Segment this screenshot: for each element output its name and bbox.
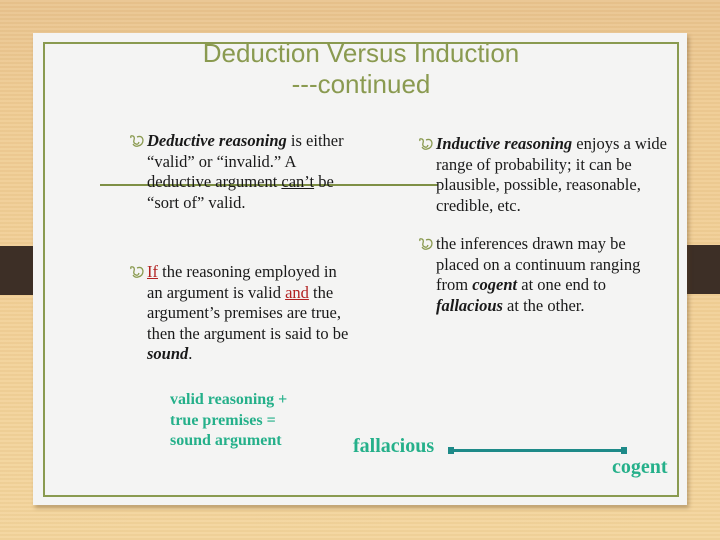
continuum-text-3: at the other. [502, 295, 585, 315]
sound-term: sound [147, 344, 189, 363]
slide-title: Deduction Versus Induction ---continued [43, 38, 679, 100]
formula-line-3: sound argument [170, 432, 282, 449]
sound-formula: valid reasoning + true premises = sound … [170, 390, 287, 452]
scroll-bullet-icon [419, 138, 433, 150]
continuum-end-dot [621, 447, 627, 454]
continuum-text-2: at one end to [517, 275, 607, 294]
formula-line-1: valid reasoning + [170, 391, 288, 408]
inductive-bullet: Inductive reasoning enjoys a wide range … [418, 134, 668, 216]
inductive-term: Inductive reasoning [436, 134, 573, 153]
scroll-bullet-icon [130, 266, 144, 278]
continuum-start-dot [448, 447, 454, 454]
fallacious-term: fallacious [436, 295, 503, 315]
cogent-term: cogent [472, 275, 518, 294]
continuum-bullet: the inferences drawn may be placed on a … [418, 234, 668, 316]
title-line-2: ---continued [291, 69, 431, 99]
continuum-line [450, 449, 624, 452]
deductive-term: Deductive reasoning [147, 131, 287, 150]
scroll-bullet-icon [130, 135, 144, 147]
cant-emphasis: can’t [281, 172, 315, 191]
cogent-label: cogent [612, 456, 668, 478]
formula-line-2: true premises = [170, 411, 276, 429]
and-emphasis: and [285, 282, 309, 302]
sound-bullet: If the reasoning employed in an argument… [129, 262, 349, 365]
sound-text-3: . [188, 344, 193, 363]
if-emphasis: If [147, 262, 158, 281]
fallacious-label: fallacious [353, 435, 435, 457]
deductive-bullet: Deductive reasoning is either “valid” or… [129, 131, 349, 213]
title-line-1: Deduction Versus Induction [202, 38, 520, 68]
scroll-bullet-icon [419, 238, 433, 250]
